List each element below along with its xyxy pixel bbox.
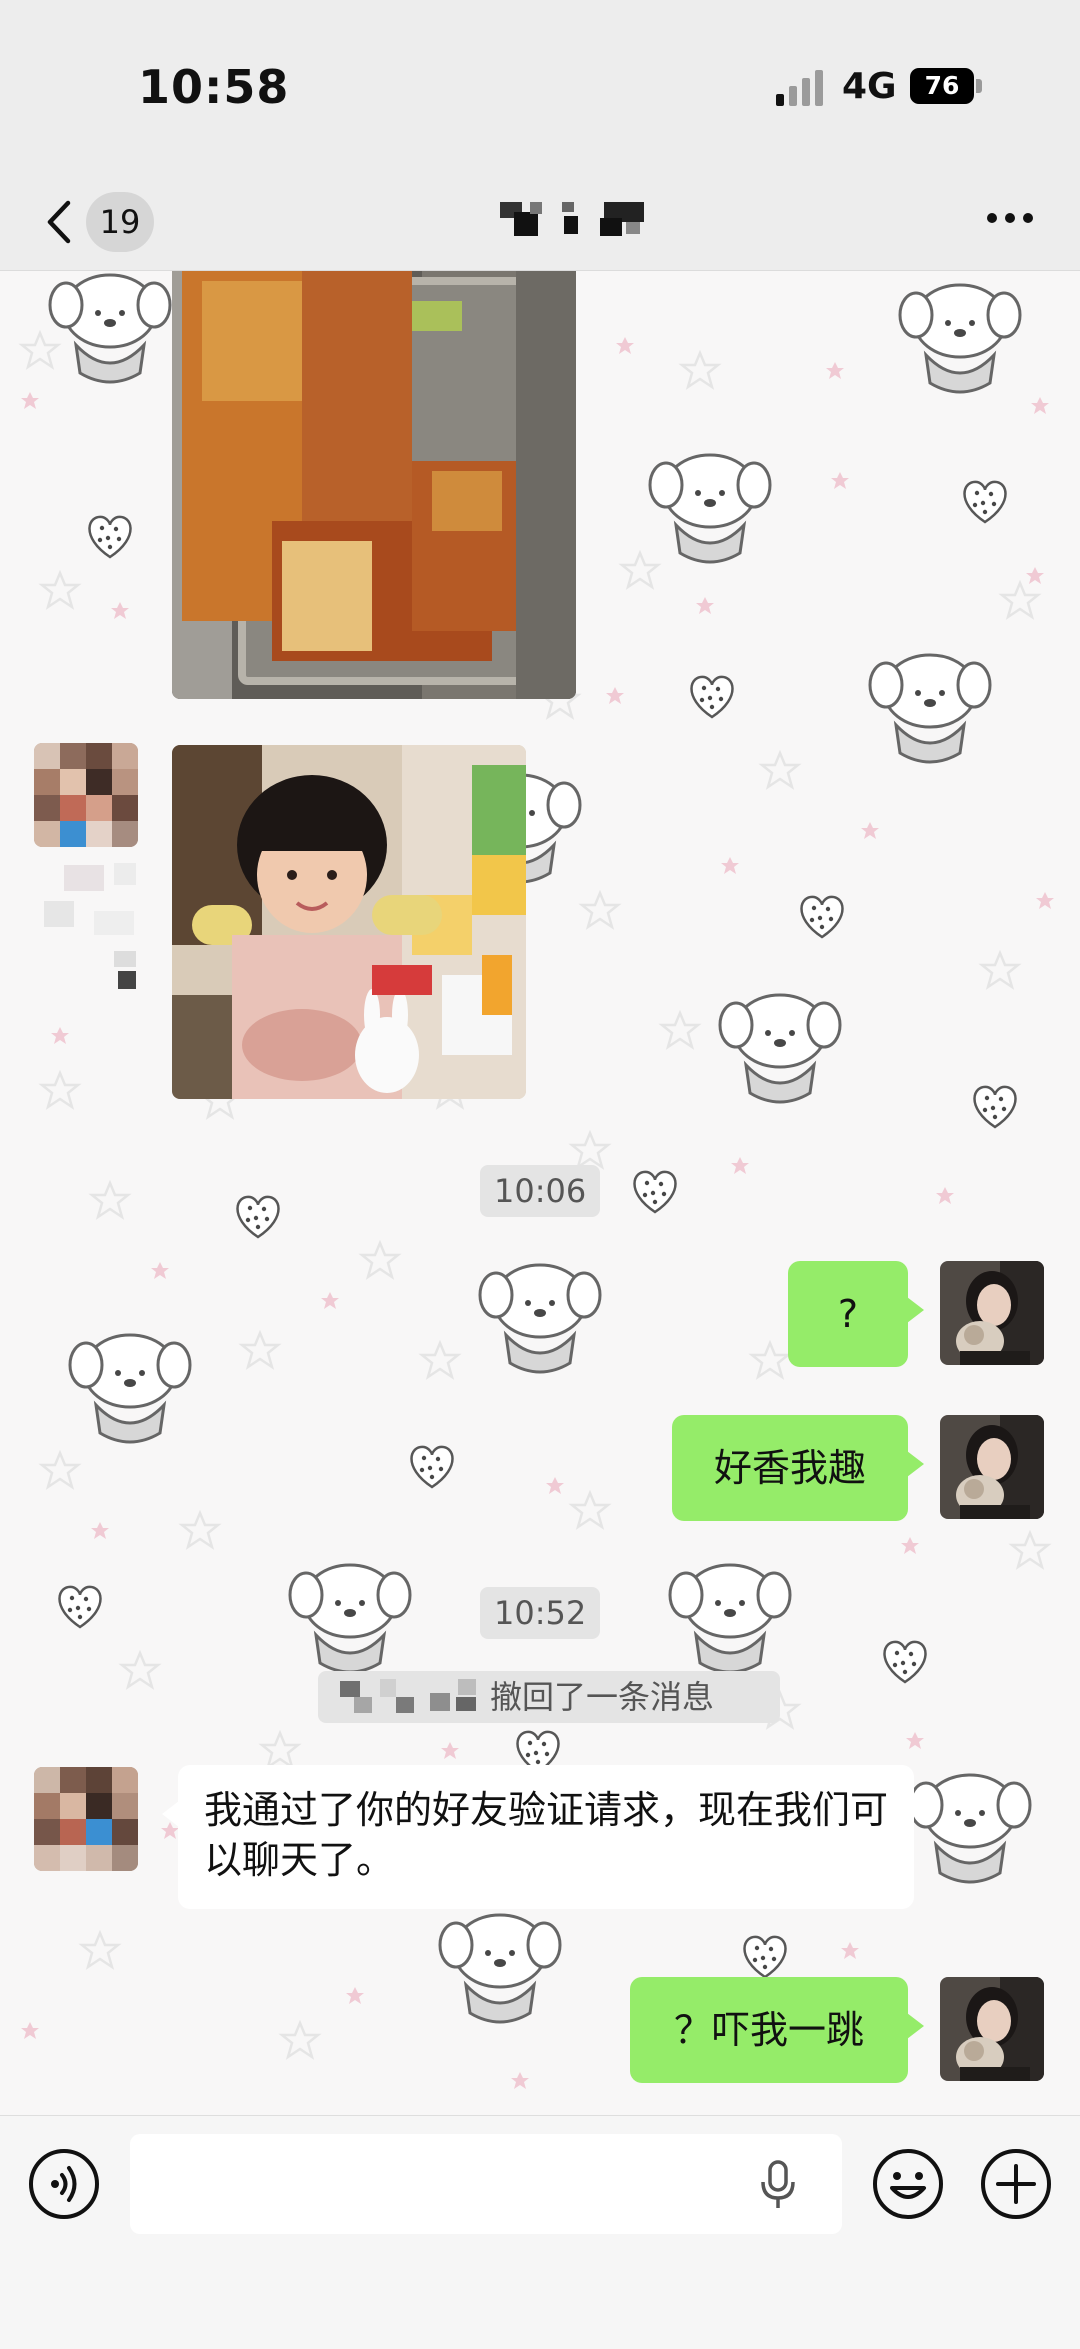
bubble-tail — [907, 1297, 924, 1323]
unread-badge: 19 — [86, 192, 154, 252]
recall-notice: 撤回了一条消息 — [318, 1671, 780, 1723]
recall-text: 撤回了一条消息 — [490, 1678, 715, 1716]
outgoing-message-3[interactable]: ？吓我一跳 — [630, 1977, 924, 2083]
plus-icon[interactable] — [980, 2148, 1052, 2220]
contact-name-pixelated — [44, 863, 136, 989]
my-avatar[interactable] — [940, 1977, 1044, 2081]
bubble-tail — [907, 2013, 924, 2039]
message-text: ? — [837, 1292, 859, 1336]
contact-avatar[interactable] — [34, 743, 138, 847]
food-photo — [172, 271, 576, 699]
timestamp-1: 10:06 — [480, 1165, 601, 1217]
back-button[interactable]: 19 — [40, 190, 170, 254]
chevron-left-icon — [47, 200, 71, 244]
message-text: ？吓我一跳 — [673, 2008, 864, 2052]
battery-icon: 76 — [910, 68, 984, 106]
recall-name-pixelated — [340, 1679, 476, 1713]
emoji-icon[interactable] — [872, 2148, 944, 2220]
message-text: 好香我趣 — [713, 1446, 866, 1490]
bubble-tail — [907, 1451, 924, 1477]
status-bar: 10:58 4G 76 — [0, 0, 1080, 170]
image-message-child[interactable] — [172, 745, 526, 1099]
child-photo — [172, 745, 526, 1099]
battery-cap — [976, 79, 982, 93]
my-avatar[interactable] — [940, 1261, 1044, 1365]
image-message-food[interactable] — [172, 271, 576, 699]
message-text: 我通过了你的好友验证请求，现在我们可以聊天了。 — [204, 1788, 889, 1882]
chat-area[interactable]: 10:06 ? 好香我趣 10:52 撤回了一条消息 我通过了你的好友验证请求，… — [0, 271, 1080, 2115]
bubble-tail — [162, 1801, 179, 1827]
more-icon[interactable] — [980, 198, 1040, 238]
voice-icon[interactable] — [28, 2148, 100, 2220]
timestamp-2: 10:52 — [480, 1587, 601, 1639]
chat-title-pixelated — [500, 202, 644, 236]
input-bar — [0, 2115, 1080, 2349]
outgoing-message-1[interactable]: ? — [788, 1261, 924, 1367]
outgoing-message-2[interactable]: 好香我趣 — [672, 1415, 924, 1521]
battery-level: 76 — [910, 68, 974, 104]
contact-avatar[interactable] — [34, 1767, 138, 1871]
network-type: 4G — [842, 66, 897, 107]
signal-icon — [776, 70, 823, 106]
mic-icon[interactable] — [758, 2160, 798, 2210]
message-input[interactable] — [130, 2134, 842, 2234]
status-time: 10:58 — [138, 60, 290, 114]
my-avatar[interactable] — [940, 1415, 1044, 1519]
chat-header: 19 — [0, 170, 1080, 271]
incoming-message-1[interactable]: 我通过了你的好友验证请求，现在我们可以聊天了。 — [162, 1765, 914, 1909]
